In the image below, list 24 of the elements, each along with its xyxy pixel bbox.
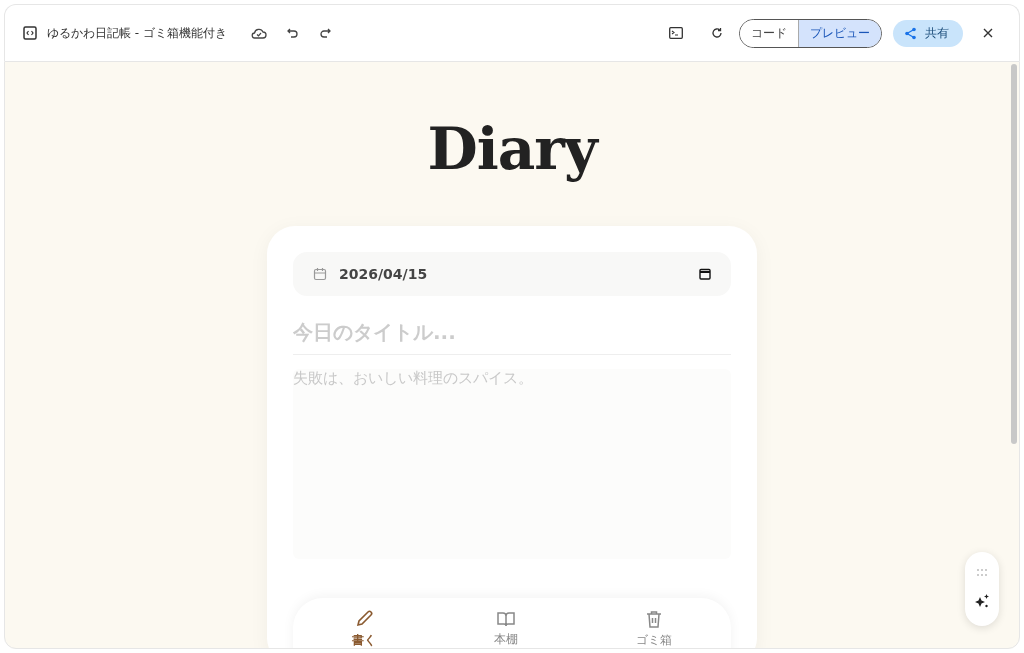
share-icon [904,26,917,40]
share-button[interactable]: 共有 [893,19,963,47]
app-heading: Diary [427,114,597,184]
drag-handle-icon[interactable] [977,568,987,576]
undo-icon[interactable] [286,27,299,39]
code-icon[interactable] [23,26,37,40]
reload-icon[interactable] [711,27,723,39]
window-title: ゆるかわ日記帳 - ゴミ箱機能付き [47,24,227,42]
nav-item[interactable]: 本棚 [484,610,528,648]
nav-item[interactable]: ゴミ箱 [626,609,682,648]
terminal-icon[interactable] [669,27,683,39]
calendar-picker-icon[interactable] [699,268,711,280]
redo-icon[interactable] [318,27,331,39]
book-icon [497,610,515,627]
view-tab[interactable]: プレビュー [798,19,881,47]
scrollbar[interactable] [1011,64,1017,444]
calendar-icon [313,267,327,281]
trash-icon [646,609,662,628]
close-icon[interactable] [983,28,993,38]
sparkle-icon[interactable] [974,593,990,610]
date-field[interactable]: 2026/04/15 [293,252,731,296]
pencil-icon [355,609,373,628]
cloud-icon[interactable] [250,27,267,39]
nav-item[interactable]: 書く [342,609,386,648]
